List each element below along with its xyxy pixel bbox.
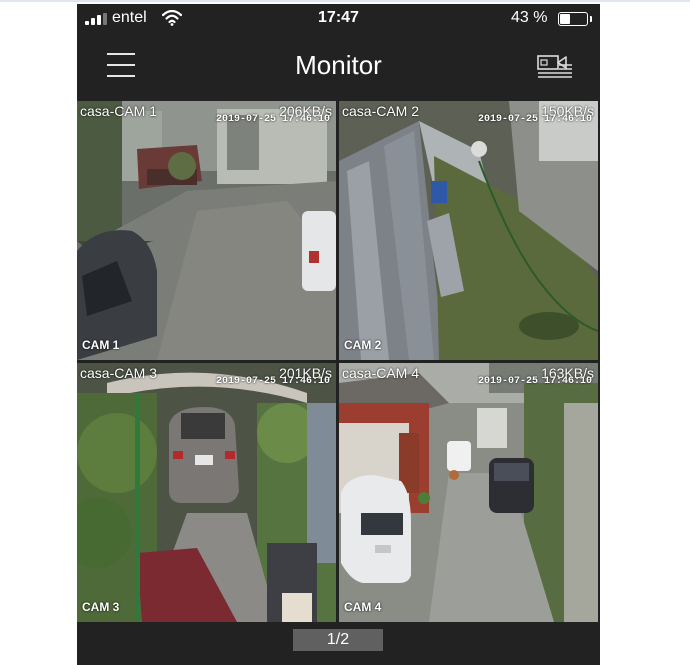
- camera-tile-2[interactable]: casa-CAM 2 150KB/s 2019-07-25 17:46:10 C…: [339, 101, 598, 360]
- page-indicator[interactable]: 1/2: [293, 629, 383, 651]
- battery-icon: [558, 12, 592, 26]
- window-top-border: [0, 0, 690, 2]
- recordings-icon[interactable]: [537, 52, 573, 80]
- camera-tile-3[interactable]: casa-CAM 3 201KB/s 2019-07-25 17:46:10 C…: [77, 363, 336, 622]
- app-header: Monitor: [77, 34, 600, 100]
- camera-tile-4[interactable]: casa-CAM 4 163KB/s 2019-07-25 17:46:10 C…: [339, 363, 598, 622]
- camera-osd-label: CAM 4: [344, 600, 382, 614]
- camera-timestamp: 2019-07-25 17:46:10: [215, 376, 330, 387]
- camera-feed-image: [339, 363, 598, 622]
- status-bar: entel 17:47 43 %: [77, 4, 600, 34]
- camera-feed-image: [77, 363, 336, 622]
- camera-feed-image: [339, 101, 598, 360]
- phone-screen: entel 17:47 43 % Monitor casa-CAM 1 206K…: [77, 4, 600, 665]
- page-title: Monitor: [295, 50, 382, 80]
- page-navigation-bar: 1/2: [77, 626, 600, 665]
- camera-name: casa-CAM 1: [80, 103, 158, 119]
- camera-grid: casa-CAM 1 206KB/s 2019-07-25 17:46:10 C…: [77, 101, 600, 625]
- battery-percentage: 43 %: [511, 9, 548, 26]
- camera-tile-1[interactable]: casa-CAM 1 206KB/s 2019-07-25 17:46:10 C…: [77, 101, 336, 360]
- camera-osd-label: CAM 1: [82, 338, 120, 352]
- camera-osd-label: CAM 2: [344, 338, 382, 352]
- camera-feed-image: [77, 101, 336, 360]
- camera-name: casa-CAM 2: [342, 103, 420, 119]
- camera-timestamp: 2019-07-25 17:46:10: [215, 114, 330, 125]
- camera-name: casa-CAM 3: [80, 365, 158, 381]
- camera-timestamp: 2019-07-25 17:46:10: [477, 114, 592, 125]
- camera-osd-label: CAM 3: [82, 600, 120, 614]
- camera-name: casa-CAM 4: [342, 365, 420, 381]
- camera-timestamp: 2019-07-25 17:46:10: [477, 376, 592, 387]
